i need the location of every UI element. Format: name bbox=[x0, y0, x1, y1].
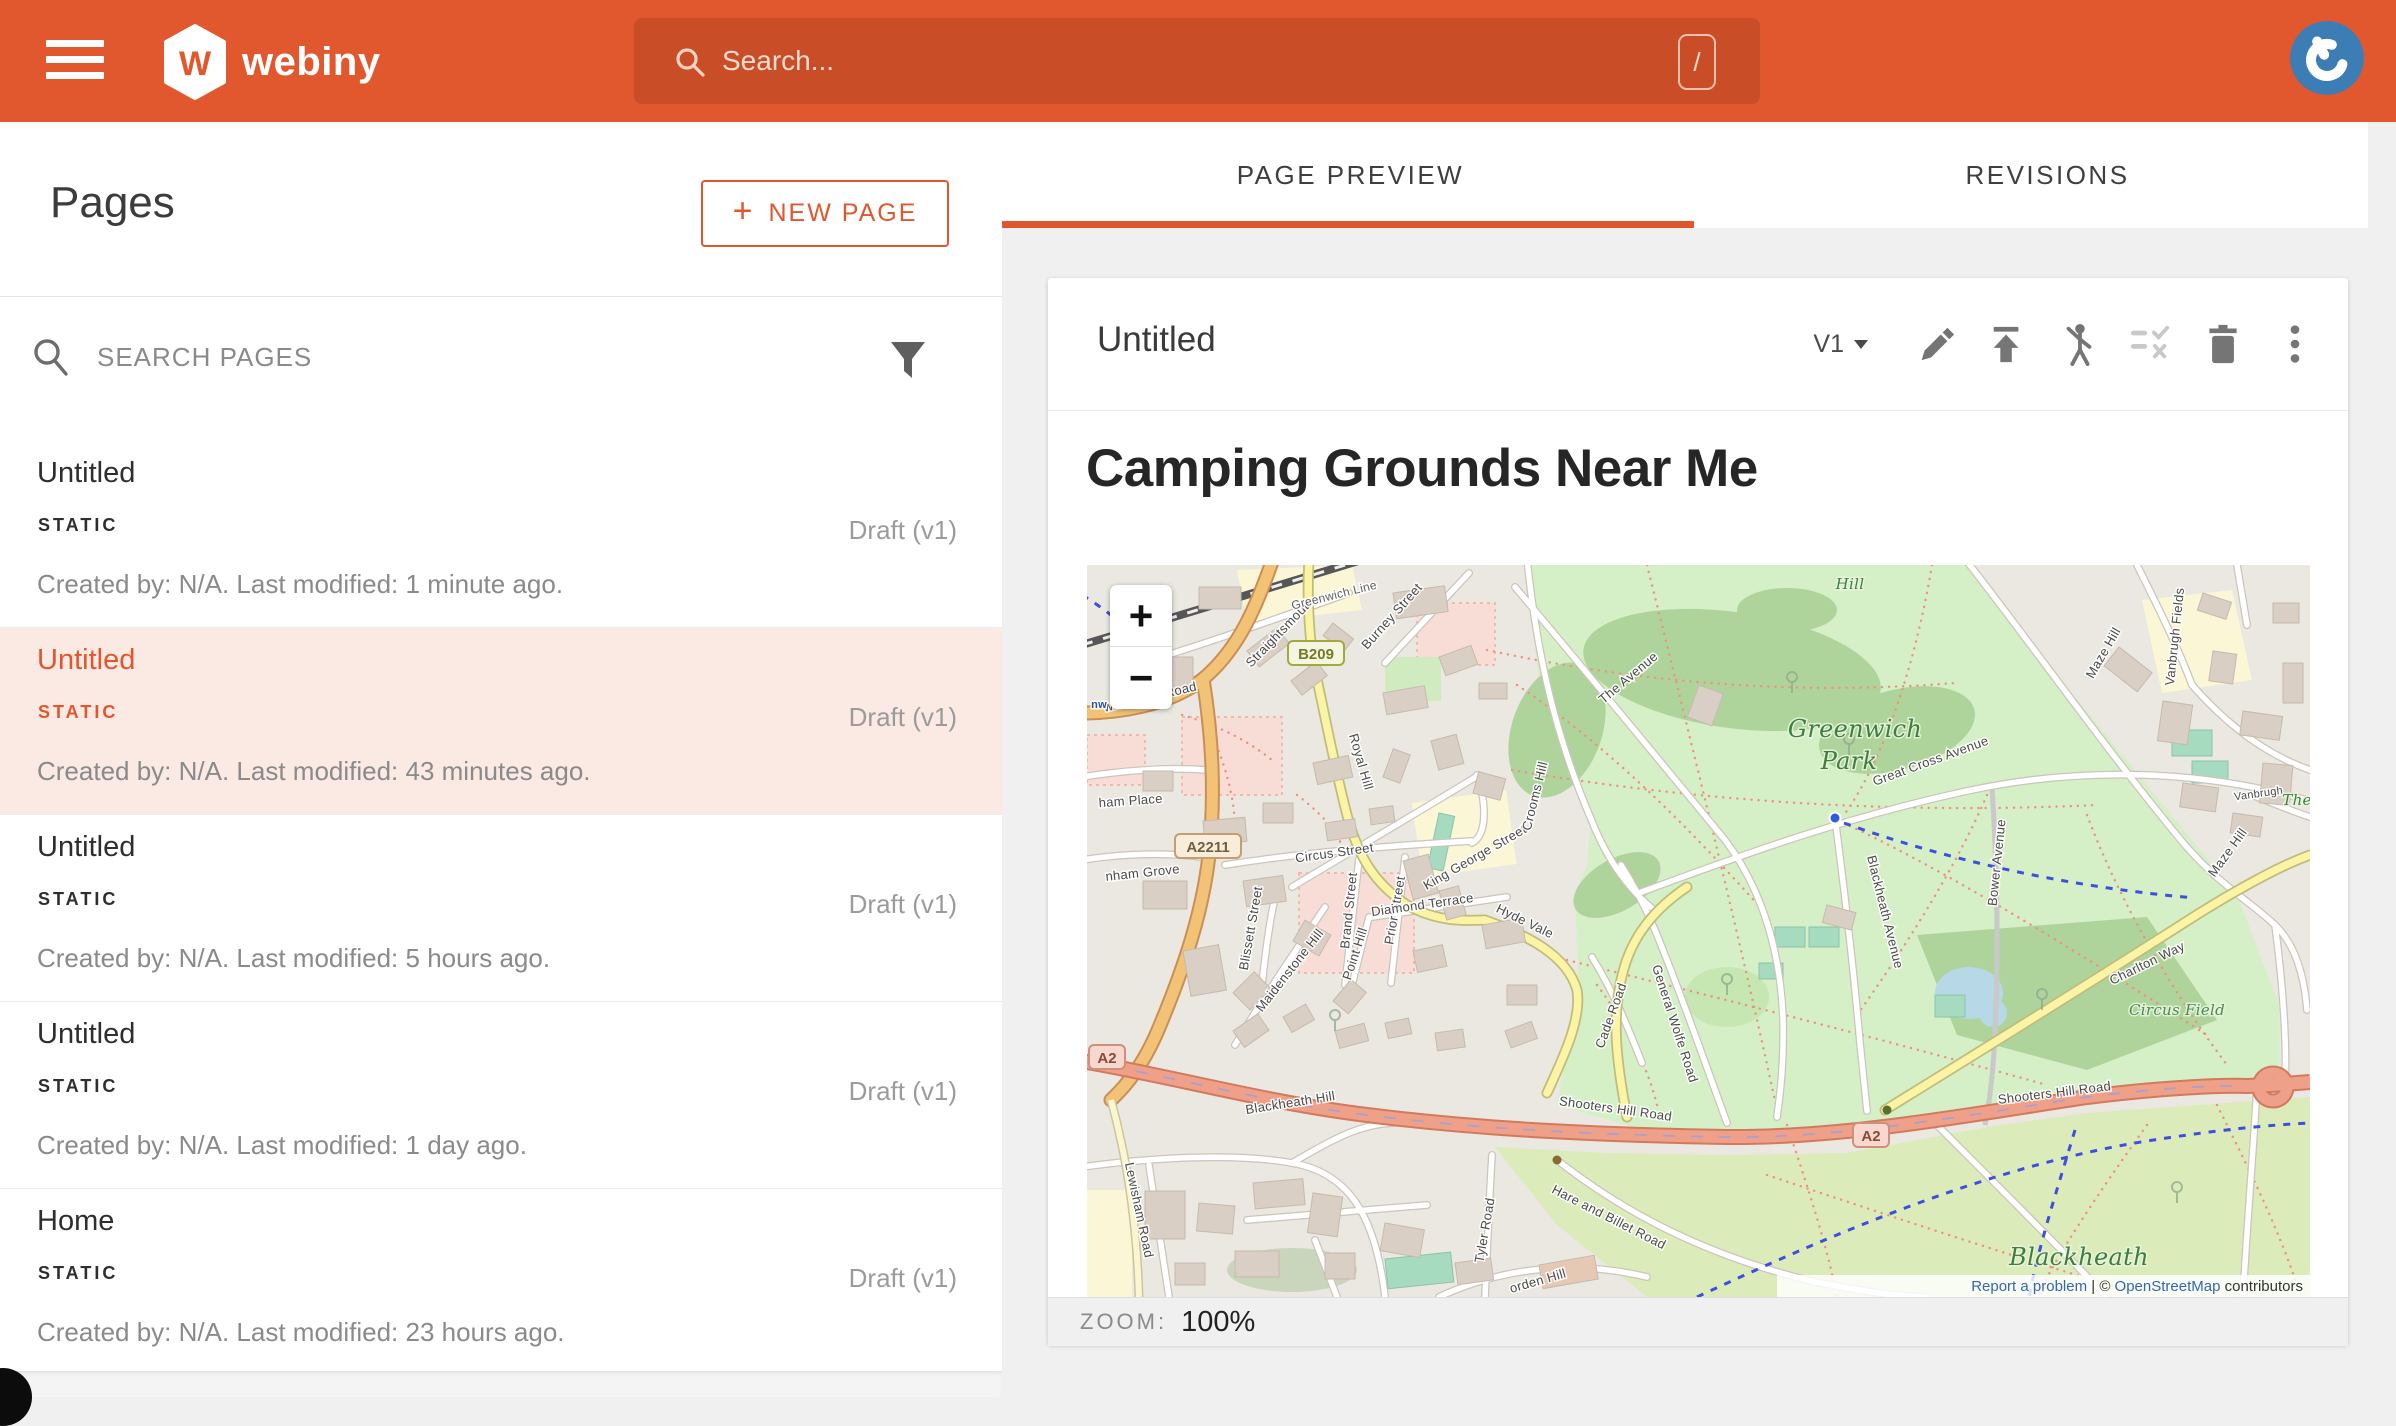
svg-text:A2: A2 bbox=[1861, 1128, 1880, 1145]
list-check-x-icon bbox=[2129, 322, 2173, 366]
top-app-bar: W webiny / bbox=[0, 0, 2396, 122]
map-label: Park bbox=[1820, 747, 1878, 775]
pencil-icon bbox=[1914, 321, 1956, 367]
page-item-created: Created by: N/A. Last modified: 43 minut… bbox=[37, 756, 591, 787]
map-zoom-control: + − bbox=[1110, 585, 1172, 709]
user-avatar[interactable] bbox=[2290, 21, 2364, 95]
webiny-logo[interactable]: W webiny bbox=[162, 18, 381, 106]
svg-text:W: W bbox=[179, 45, 212, 83]
next-list-item-partial bbox=[0, 1371, 1002, 1397]
tab-revisions[interactable]: REVISIONS bbox=[1699, 122, 2396, 228]
search-icon bbox=[674, 46, 706, 78]
map-attribution: Report a problem | © OpenStreetMap contr… bbox=[1777, 1275, 2310, 1297]
page-title: Pages bbox=[50, 178, 175, 228]
svg-text:A2: A2 bbox=[1097, 1050, 1116, 1067]
svg-text:A2211: A2211 bbox=[1186, 839, 1229, 856]
map-marker-dot bbox=[1830, 813, 1841, 824]
person-raised-arm-icon bbox=[2058, 320, 2100, 368]
page-item-type: STATIC bbox=[38, 1263, 118, 1284]
brand-name: webiny bbox=[242, 40, 381, 85]
map-label: The bbox=[2282, 791, 2310, 809]
page-item-title: Home bbox=[37, 1205, 114, 1238]
map-zoom-in-button[interactable]: + bbox=[1110, 585, 1172, 646]
map-label: Greenwich bbox=[1788, 715, 1922, 743]
global-search-input[interactable] bbox=[720, 44, 1760, 78]
hamburger-menu-icon[interactable] bbox=[46, 40, 104, 84]
zoom-label: ZOOM: bbox=[1080, 1309, 1167, 1335]
map-label: Blackheath bbox=[2008, 1243, 2149, 1271]
openstreetmap-link: OpenStreetMap bbox=[2115, 1278, 2221, 1295]
page-item-title: Untitled bbox=[37, 831, 135, 864]
page-item-created: Created by: N/A. Last modified: 5 hours … bbox=[37, 943, 550, 974]
map-label: nw bbox=[1091, 699, 1107, 711]
page-item-title: Untitled bbox=[37, 1018, 135, 1051]
report-problem-link: Report a problem bbox=[1971, 1278, 2087, 1295]
page-item-status: Draft (v1) bbox=[849, 1076, 957, 1107]
road-ref-badge: A2 bbox=[1853, 1123, 1889, 1147]
webiny-hexagon-icon: W bbox=[162, 24, 228, 100]
search-shortcut-key: / bbox=[1678, 34, 1716, 90]
page-list-item[interactable]: Untitled STATIC Draft (v1) Created by: N… bbox=[0, 441, 1002, 628]
chevron-down-icon bbox=[1854, 340, 1868, 349]
page-item-status: Draft (v1) bbox=[849, 702, 957, 733]
page-item-status: Draft (v1) bbox=[849, 1263, 957, 1294]
global-search: / bbox=[634, 18, 1760, 104]
preview-zoom-footer: ZOOM: 100% bbox=[1048, 1297, 2348, 1346]
card-header: Untitled V1 bbox=[1048, 278, 2348, 411]
more-options-button[interactable] bbox=[2272, 319, 2318, 369]
search-pages-input[interactable] bbox=[95, 341, 739, 374]
page-list-item[interactable]: Untitled STATIC Draft (v1) Created by: N… bbox=[0, 628, 1002, 815]
svg-text:B209: B209 bbox=[1298, 646, 1334, 663]
page-item-type: STATIC bbox=[38, 702, 118, 723]
page-preview-card: Untitled V1 bbox=[1048, 278, 2348, 1345]
page-list-item[interactable]: Home STATIC Draft (v1) Created by: N/A. … bbox=[0, 1189, 1002, 1376]
road-ref-badge: B209 bbox=[1288, 641, 1344, 665]
page-list-item[interactable]: Untitled STATIC Draft (v1) Created by: N… bbox=[0, 1002, 1002, 1189]
page-item-type: STATIC bbox=[38, 515, 118, 536]
kebab-menu-icon bbox=[2287, 321, 2303, 367]
page-details-panel: PAGE PREVIEW REVISIONS Untitled V1 bbox=[1002, 122, 2396, 1396]
delete-button[interactable] bbox=[2200, 319, 2246, 369]
trash-icon bbox=[2203, 321, 2243, 367]
page-item-created: Created by: N/A. Last modified: 1 minute… bbox=[37, 569, 563, 600]
page-item-status: Draft (v1) bbox=[849, 889, 957, 920]
page-item-title: Untitled bbox=[37, 457, 135, 490]
openstreetmap-embed[interactable]: B209A2211A2A2 StraightsmouthGreenwich Li… bbox=[1087, 565, 2310, 1297]
request-review-button[interactable] bbox=[2056, 319, 2102, 369]
new-page-button[interactable]: + NEW PAGE bbox=[701, 180, 949, 247]
pages-list-panel: Pages + NEW PAGE Untitled STATIC Draft (… bbox=[0, 122, 1002, 1396]
page-item-status: Draft (v1) bbox=[849, 515, 957, 546]
map-canvas: B209A2211A2A2 StraightsmouthGreenwich Li… bbox=[1087, 565, 2310, 1297]
map-label: Circus Field bbox=[2129, 1001, 2225, 1019]
requested-changes-button[interactable] bbox=[2128, 319, 2174, 369]
page-item-type: STATIC bbox=[38, 889, 118, 910]
road-ref-badge: A2 bbox=[1089, 1045, 1125, 1069]
publish-icon bbox=[1986, 321, 2028, 367]
page-item-created: Created by: N/A. Last modified: 1 day ag… bbox=[37, 1130, 527, 1161]
zoom-value[interactable]: 100% bbox=[1181, 1306, 1255, 1339]
publish-button[interactable] bbox=[1984, 319, 2030, 369]
page-item-title: Untitled bbox=[37, 644, 135, 677]
content-heading: Camping Grounds Near Me bbox=[1086, 438, 1758, 499]
filter-button[interactable] bbox=[884, 333, 932, 389]
tabs-endcap bbox=[2368, 122, 2396, 228]
map-label: Hill bbox=[1835, 575, 1865, 593]
page-item-type: STATIC bbox=[38, 1076, 118, 1097]
card-actions: V1 bbox=[1813, 314, 2318, 374]
version-dropdown[interactable]: V1 bbox=[1813, 330, 1868, 359]
detail-tabs: PAGE PREVIEW REVISIONS bbox=[1002, 122, 2396, 228]
svg-text:Report a problem | © OpenStree: Report a problem | © OpenStreetMap contr… bbox=[1971, 1278, 2303, 1295]
map-zoom-out-button[interactable]: − bbox=[1110, 647, 1172, 708]
page-item-created: Created by: N/A. Last modified: 23 hours… bbox=[37, 1317, 565, 1348]
road-ref-badge: A2211 bbox=[1175, 834, 1241, 858]
plus-icon: + bbox=[733, 192, 755, 231]
edit-button[interactable] bbox=[1912, 319, 1958, 369]
search-icon bbox=[32, 337, 72, 379]
tab-page-preview[interactable]: PAGE PREVIEW bbox=[1002, 122, 1699, 228]
filter-funnel-icon bbox=[889, 340, 927, 382]
page-list: Untitled STATIC Draft (v1) Created by: N… bbox=[0, 441, 1002, 1376]
search-pages-bar bbox=[0, 297, 1002, 442]
page-list-item[interactable]: Untitled STATIC Draft (v1) Created by: N… bbox=[0, 815, 1002, 1002]
card-page-title: Untitled bbox=[1097, 320, 1216, 360]
